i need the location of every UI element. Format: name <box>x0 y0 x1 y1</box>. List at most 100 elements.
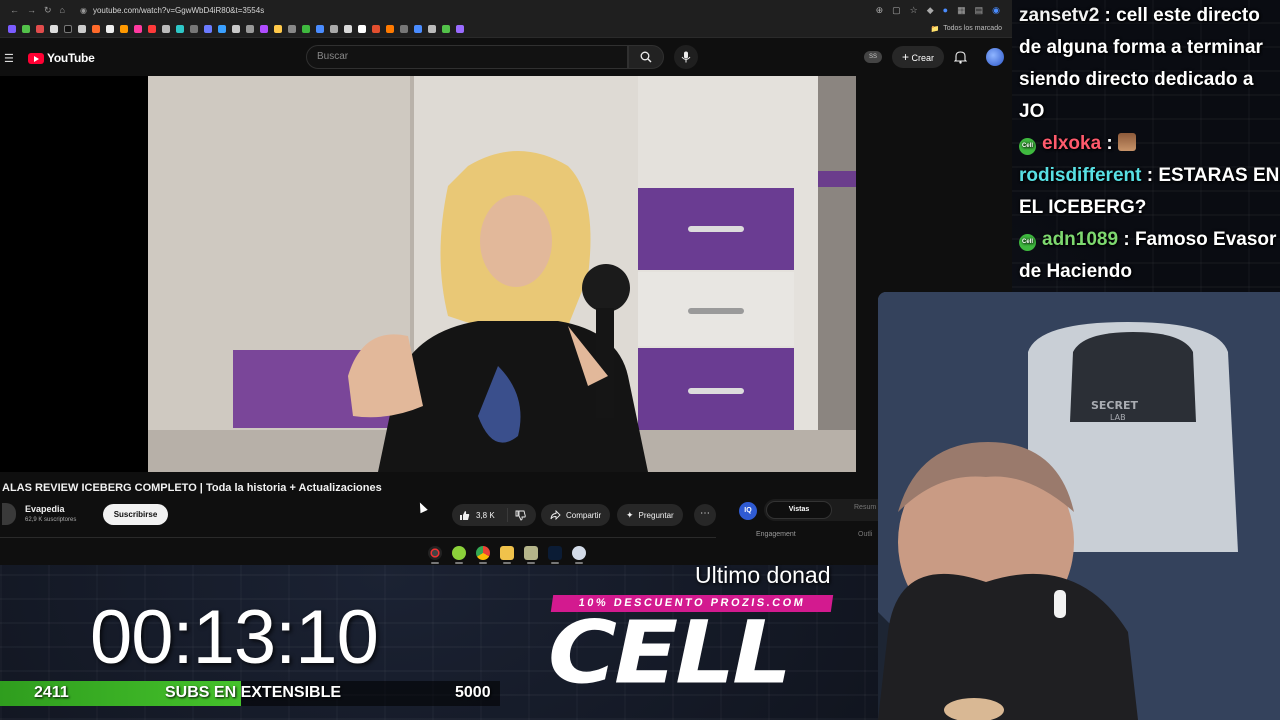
puzzle-icon[interactable]: ▦ <box>957 5 966 16</box>
back-icon[interactable]: ← <box>10 5 19 16</box>
bookmark-icon[interactable] <box>162 24 170 33</box>
address-bar[interactable]: ← → ↻ ⌂ ◉ youtube.com/watch?v=GgwWbD4iR8… <box>0 0 1012 20</box>
bookmark-icon[interactable] <box>64 24 72 33</box>
channel-name[interactable]: Evapedia <box>25 504 65 514</box>
app-icon-tool[interactable] <box>524 546 538 564</box>
ask-label: Preguntar <box>638 510 674 520</box>
bookmark-icon[interactable] <box>456 24 464 33</box>
bookmark-icon[interactable] <box>386 24 394 33</box>
home-icon[interactable]: ⌂ <box>60 5 65 16</box>
webcam-feed: SECRET LAB <box>878 292 1280 720</box>
bookmark-icon[interactable] <box>428 24 436 33</box>
last-donation-label: Ultimo donad <box>695 562 831 588</box>
hamburger-menu-icon[interactable]: ☰ <box>4 52 14 65</box>
chat-message: Cell adn1089 : Famoso Evasor de Haciendo <box>1019 229 1277 282</box>
bookmark-icon[interactable] <box>442 24 450 33</box>
extension-engagement-label: Engagement <box>756 531 796 538</box>
bookmark-icon[interactable] <box>134 24 142 33</box>
video-player[interactable] <box>148 76 856 472</box>
bookmark-icon[interactable] <box>148 24 156 33</box>
like-button[interactable]: 3,8 K <box>452 508 508 522</box>
share-button[interactable]: Compartir <box>541 504 611 526</box>
chat-overlay: zansetv2 : cell este directo de alguna f… <box>1014 0 1280 290</box>
extension-tabs: Vistas Resum <box>764 499 880 521</box>
bookmark-icon[interactable] <box>106 24 114 33</box>
bookmark-icon[interactable] <box>120 24 128 33</box>
tab-vistas[interactable]: Vistas <box>766 501 832 519</box>
stream-timer: 00:13:10 <box>90 595 379 680</box>
reload-icon[interactable]: ↻ <box>44 5 52 16</box>
microphone-icon <box>681 51 691 63</box>
youtube-logo[interactable]: YouTube <box>28 51 95 65</box>
bookmark-icon[interactable] <box>78 24 86 33</box>
screenshot-icon[interactable]: ▢ <box>892 5 901 16</box>
bookmark-icon[interactable] <box>8 24 16 33</box>
search-button[interactable] <box>628 45 664 69</box>
site-info-icon[interactable]: ◉ <box>80 6 87 15</box>
ask-button[interactable]: ✦ Preguntar <box>617 504 683 526</box>
account-avatar[interactable] <box>986 48 1004 66</box>
bookmark-icon[interactable] <box>50 24 58 33</box>
zoom-icon[interactable]: ⊕ <box>876 5 884 16</box>
app-icon-chat[interactable] <box>452 546 466 564</box>
thumbs-up-icon <box>460 510 470 520</box>
bookmark-icon[interactable] <box>218 24 226 33</box>
chrome-icon[interactable] <box>476 546 490 564</box>
app-icon-obs[interactable] <box>428 546 442 564</box>
bookmark-icon[interactable] <box>358 24 366 33</box>
more-dots-icon: ⋯ <box>700 508 710 519</box>
chat-username: adn1089 <box>1042 229 1119 250</box>
bookmark-icon[interactable] <box>372 24 380 33</box>
subscribe-button[interactable]: Suscribirse <box>103 504 168 525</box>
tab-resumen[interactable]: Resum <box>854 504 876 511</box>
bookmark-icon[interactable] <box>260 24 268 33</box>
voice-search-button[interactable] <box>674 45 698 69</box>
extension-logo-icon[interactable]: IQ <box>739 502 757 520</box>
bookmark-icon[interactable] <box>22 24 30 33</box>
bookmark-icon[interactable] <box>190 24 198 33</box>
extension-panel: IQ Vistas Resum Engagement Outli <box>730 496 880 542</box>
bookmark-icon[interactable] <box>274 24 282 33</box>
bookmark-icon[interactable] <box>400 24 408 33</box>
bookmark-icon[interactable] <box>92 24 100 33</box>
bookmark-icon[interactable] <box>330 24 338 33</box>
extension-icon-2[interactable]: ● <box>943 5 948 16</box>
channel-avatar[interactable] <box>2 503 16 525</box>
chat-message: Cell elxoka : <box>1014 128 1280 160</box>
bookmark-icon[interactable] <box>316 24 324 33</box>
more-actions-button[interactable]: ⋯ <box>694 504 716 526</box>
photoshop-icon[interactable] <box>548 546 562 564</box>
sidebar-icon[interactable]: ▤ <box>975 5 984 16</box>
browser-window: ← → ↻ ⌂ ◉ youtube.com/watch?v=GgwWbD4iR8… <box>0 0 1012 565</box>
bookmarks-folder-label: Todos los marcado <box>943 25 1002 32</box>
chat-message: zansetv2 : cell este directo de alguna f… <box>1019 5 1263 122</box>
star-icon[interactable]: ☆ <box>910 5 918 16</box>
bookmark-icon[interactable] <box>344 24 352 33</box>
extension-outlier-label: Outli <box>858 531 873 538</box>
app-icon-extra[interactable] <box>572 546 586 564</box>
bookmark-icon[interactable] <box>36 24 44 33</box>
create-button-label: Crear <box>911 53 935 63</box>
bookmark-icon[interactable] <box>176 24 184 33</box>
dislike-button[interactable] <box>508 510 526 521</box>
forward-icon[interactable]: → <box>27 5 36 16</box>
youtube-header: ☰ YouTube Buscar SS + Crear <box>0 38 1012 76</box>
video-title: ALAS REVIEW ICEBERG COMPLETO | Toda la h… <box>2 482 382 494</box>
bookmark-icon[interactable] <box>232 24 240 33</box>
ss-badge[interactable]: SS <box>864 51 882 63</box>
bookmark-icon[interactable] <box>302 24 310 33</box>
bookmark-icon[interactable] <box>288 24 296 33</box>
extension-icon[interactable]: ◆ <box>927 5 934 16</box>
folder-app-icon[interactable] <box>500 546 514 564</box>
bookmarks-folder[interactable]: 📁 Todos los marcado <box>931 25 1002 33</box>
chat-message: rodisdifferent : ESTARAS EN EL ICEBERG? <box>1019 165 1280 218</box>
search-input[interactable]: Buscar <box>306 45 628 69</box>
create-button[interactable]: + Crear <box>892 46 945 68</box>
bookmark-icon[interactable] <box>414 24 422 33</box>
notifications-bell-icon[interactable] <box>954 50 967 64</box>
bookmark-icon[interactable] <box>246 24 254 33</box>
bookmark-icon[interactable] <box>204 24 212 33</box>
stream-screen: ← → ↻ ⌂ ◉ youtube.com/watch?v=GgwWbD4iR8… <box>0 0 1280 720</box>
profile-icon[interactable]: ◉ <box>992 5 1000 16</box>
url-text[interactable]: youtube.com/watch?v=GgwWbD4iR80&t=3554s <box>93 6 264 15</box>
